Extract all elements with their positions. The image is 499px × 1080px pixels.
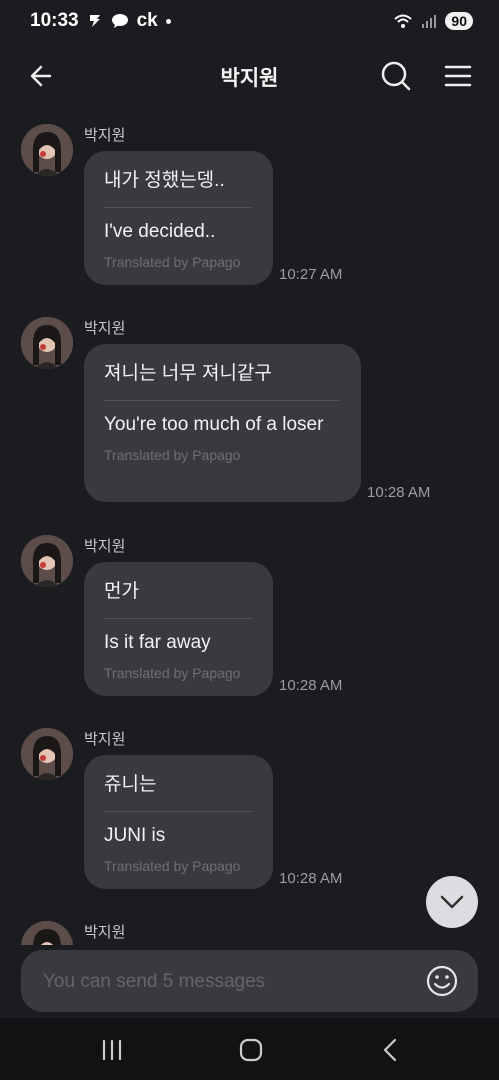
recents-icon[interactable] (96, 1036, 128, 1064)
system-navigation-bar (0, 1018, 499, 1080)
sender-name: 박지원 (84, 127, 126, 144)
message-time: 10:28 AM (279, 677, 343, 694)
original-text: 먼가 (104, 562, 253, 619)
sender-name: 박지원 (84, 924, 126, 941)
message-bubble[interactable]: 쥬니는 JUNI is Translated by Papago (84, 755, 273, 889)
avatar[interactable] (21, 728, 73, 780)
translation-credit: Translated by Papago (104, 665, 241, 681)
avatar[interactable] (21, 921, 73, 945)
message-input[interactable] (41, 950, 425, 1014)
translation-credit: Translated by Papago (104, 254, 241, 270)
message-item: 박지원 (0, 921, 499, 945)
notification-app-icon (89, 15, 100, 27)
hamburger-menu-icon[interactable] (440, 58, 476, 94)
message-time: 10:27 AM (279, 266, 343, 283)
translated-text: You're too much of a loser (104, 414, 324, 435)
signal-icon (422, 15, 437, 28)
message-time: 10:28 AM (367, 484, 431, 501)
avatar[interactable] (21, 317, 73, 369)
sender-name: 박지원 (84, 538, 126, 555)
original-text: 내가 정했는뎅.. (104, 151, 253, 208)
home-icon[interactable] (235, 1036, 267, 1064)
chat-header: 박지원 (0, 46, 499, 106)
message-time: 10:28 AM (279, 870, 343, 887)
translation-credit: Translated by Papago (104, 858, 241, 874)
search-icon[interactable] (378, 58, 414, 94)
status-carrier-text: ck (136, 10, 158, 31)
translated-text: Is it far away (104, 632, 211, 653)
translated-text: JUNI is (104, 825, 166, 846)
wifi-icon (394, 14, 413, 28)
original-text: 져니는 너무 져니같구 (104, 344, 341, 401)
notification-dot (165, 18, 171, 24)
chat-bubble-icon (111, 14, 128, 28)
message-bubble[interactable]: 먼가 Is it far away Translated by Papago (84, 562, 273, 696)
smiley-icon[interactable] (425, 964, 459, 998)
chevron-down-icon (440, 895, 464, 909)
avatar[interactable] (21, 535, 73, 587)
original-text: 쥬니는 (104, 755, 253, 812)
sender-name: 박지원 (84, 320, 126, 337)
chat-title: 박지원 (220, 67, 279, 90)
translated-text: I've decided.. (104, 221, 216, 242)
back-icon[interactable] (375, 1036, 407, 1064)
message-bubble[interactable]: 져니는 너무 져니같구 You're too much of a loser T… (84, 344, 361, 502)
translation-credit: Translated by Papago (104, 447, 241, 463)
message-input-bar (21, 950, 478, 1014)
battery-level: 90 (445, 12, 473, 30)
message-bubble[interactable]: 내가 정했는뎅.. I've decided.. Translated by P… (84, 151, 273, 285)
status-time: 10:33 (30, 10, 79, 31)
scroll-to-bottom-button[interactable] (426, 876, 478, 928)
avatar[interactable] (21, 124, 73, 176)
sender-name: 박지원 (84, 731, 126, 748)
status-bar: 10:33 ck 90 (0, 0, 499, 46)
